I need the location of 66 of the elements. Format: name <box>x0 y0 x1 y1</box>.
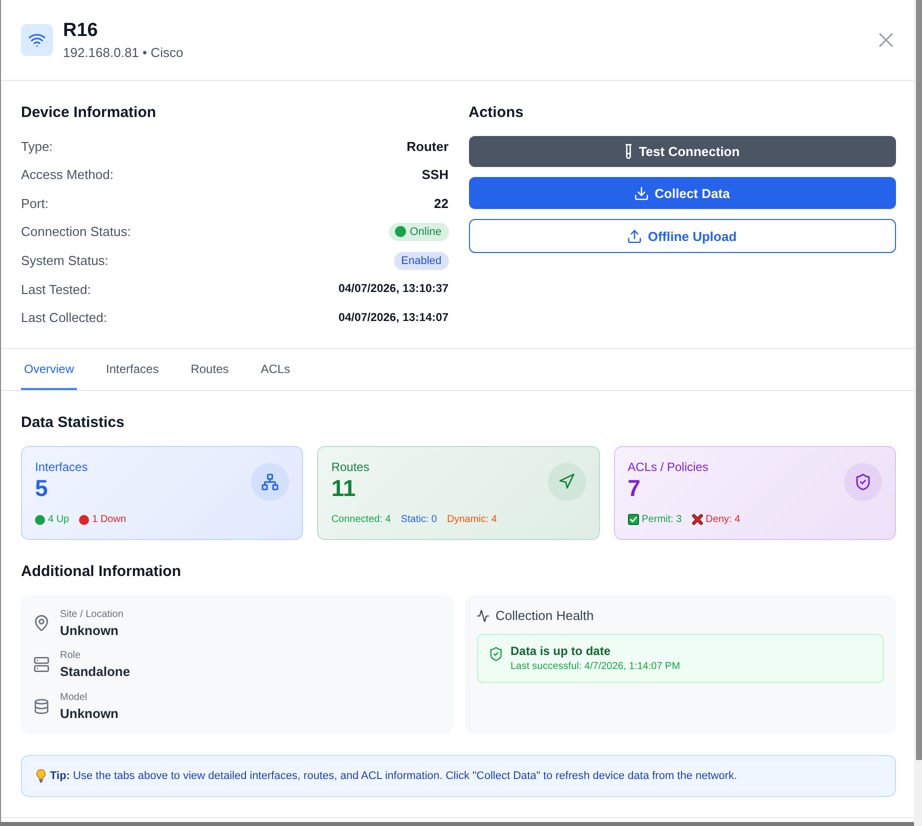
field-value: 04/07/2026, 13:14:07 <box>338 312 448 324</box>
stat-detail: 4 Up <box>48 512 70 527</box>
check-box-icon <box>628 514 639 526</box>
info-value: Unknown <box>60 704 118 722</box>
section-heading: Device Information <box>21 103 158 123</box>
lightbulb-icon <box>36 768 46 783</box>
network-icon <box>251 462 290 501</box>
cross-icon <box>692 514 703 526</box>
info-value: Unknown <box>60 622 120 639</box>
section-heading: Additional Information <box>21 562 182 582</box>
database-icon <box>34 698 49 714</box>
upload-icon <box>628 230 641 242</box>
tab[interactable]: ACLs <box>258 348 294 390</box>
field-label: System Status: <box>21 253 108 268</box>
field-label: Type: <box>21 138 53 154</box>
wifi-icon <box>21 24 53 56</box>
test-connection-button[interactable]: Test Connection <box>468 136 896 167</box>
stat-title: Routes <box>331 458 370 475</box>
info-label: Site / Location <box>60 608 124 621</box>
stat-value: 5 <box>35 474 49 501</box>
scrollbar-thumb[interactable] <box>916 0 922 760</box>
download-icon <box>634 186 648 200</box>
stat-title: ACLs / Policies <box>628 458 710 475</box>
tab[interactable]: Routes <box>188 348 232 390</box>
stat-detail: Static: 0 <box>400 512 437 527</box>
stat-detail: Deny: 4 <box>706 512 740 527</box>
info-label: Model <box>60 690 88 704</box>
stat-value: 7 <box>628 474 642 501</box>
pulse-icon <box>476 610 488 622</box>
upload-button[interactable]: Offline Upload <box>468 219 896 253</box>
stat-value: 11 <box>331 474 357 501</box>
shield-check-icon <box>844 462 882 501</box>
section-heading: Actions <box>468 103 525 123</box>
field-label: Last Collected: <box>21 310 107 326</box>
field-value: SSH <box>422 167 448 182</box>
field-value: 04/07/2026, 13:10:37 <box>338 283 448 296</box>
info-label: Role <box>60 649 82 662</box>
map-pin-icon <box>34 615 49 632</box>
device-address: 192.168.0.81 • Cisco <box>63 44 184 60</box>
status-badge: Enabled <box>394 252 448 270</box>
field-label: Port: <box>21 196 48 211</box>
stat-detail: Dynamic: 4 <box>446 512 497 527</box>
stat-title: Interfaces <box>35 458 89 475</box>
stat-detail: 1 Down <box>92 512 126 527</box>
field-label: Last Tested: <box>21 282 91 297</box>
server-icon <box>34 657 49 672</box>
field-label: Access Method: <box>21 167 114 182</box>
status-text: Online <box>410 226 442 238</box>
tip-text: Tip: Use the tabs above to view detailed interfaces, routes, and ACL information. Click "Collect Data" to refresh device data from the network. <box>50 770 738 782</box>
status-title: Data is up to date <box>510 644 612 659</box>
test-tube-icon <box>624 144 632 159</box>
stat-detail: Connected: 4 <box>331 512 391 527</box>
status-detail: Last successful: 4/7/2026, 1:14:07 PM <box>510 660 680 673</box>
field-value: Router <box>406 138 448 154</box>
stat-detail: Permit: 3 <box>642 512 682 527</box>
shield-check-icon <box>490 646 502 661</box>
field-label: Connection Status: <box>21 224 131 240</box>
field-value: 22 <box>434 196 448 211</box>
tab[interactable]: Interfaces <box>103 348 162 390</box>
close-icon <box>879 33 893 47</box>
collect-data-button[interactable]: Collect Data <box>468 177 896 209</box>
info-value: Standalone <box>60 663 130 680</box>
health-title: Collection Health <box>496 608 594 624</box>
tab[interactable]: Overview <box>21 348 78 390</box>
section-heading: Data Statistics <box>21 412 126 433</box>
device-name: R16 <box>63 20 99 42</box>
